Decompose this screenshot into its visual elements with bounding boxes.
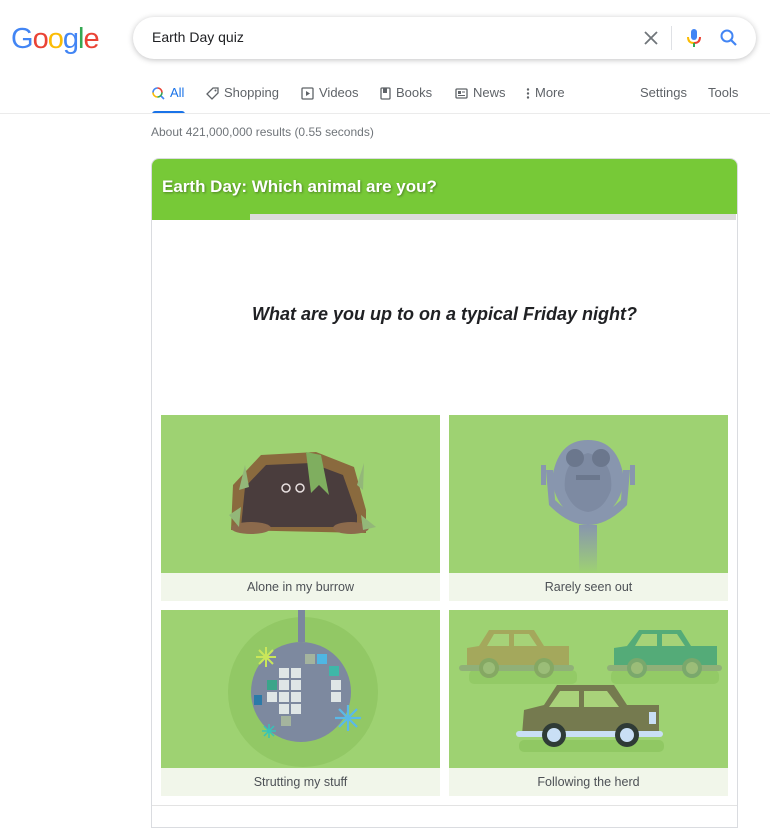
quiz-progress-bar <box>152 214 736 220</box>
answer-option[interactable]: Following the herd <box>449 610 728 796</box>
tab-label: Shopping <box>224 85 279 100</box>
quiz-progress-fill <box>152 214 250 220</box>
play-icon <box>301 87 314 100</box>
settings-label: Settings <box>640 85 687 100</box>
quiz-header: Earth Day: Which animal are you? <box>152 159 737 214</box>
search-icon <box>152 87 165 100</box>
close-icon <box>644 31 658 45</box>
tools-link[interactable]: Tools <box>708 84 738 114</box>
burrow-illustration <box>161 415 440 573</box>
answer-label: Following the herd <box>537 775 640 789</box>
quiz-divider <box>152 805 737 806</box>
logo-letter: G <box>11 23 34 55</box>
clear-search-button[interactable] <box>641 28 661 48</box>
search-button[interactable] <box>719 28 739 48</box>
quiz-title: Earth Day: Which animal are you? <box>162 177 437 196</box>
tab-books[interactable]: Books <box>380 84 432 114</box>
cars-illustration <box>449 610 728 768</box>
tools-label: Tools <box>708 85 739 100</box>
tab-shopping[interactable]: Shopping <box>206 84 279 114</box>
search-icon <box>720 29 737 46</box>
tab-label: More <box>535 85 565 100</box>
quiz-card: Earth Day: Which animal are you? What ar… <box>151 158 738 828</box>
answer-label: Alone in my burrow <box>247 580 354 594</box>
quiz-question: What are you up to on a typical Friday n… <box>251 304 638 324</box>
header-divider <box>0 113 770 114</box>
logo-letter: o <box>32 23 49 55</box>
tab-label: All <box>170 85 185 100</box>
answer-option[interactable]: Strutting my stuff <box>161 610 440 796</box>
book-icon <box>380 87 391 100</box>
voice-search-button[interactable] <box>684 27 704 49</box>
tag-icon <box>206 87 219 100</box>
logo-letter: e <box>83 23 99 55</box>
answer-label: Strutting my stuff <box>253 775 348 789</box>
tab-videos[interactable]: Videos <box>301 84 359 114</box>
answer-label: Rarely seen out <box>544 580 633 594</box>
result-stats: About 421,000,000 results (0.55 seconds) <box>151 125 374 139</box>
binocular-viewer-illustration <box>449 415 728 573</box>
answer-option[interactable]: Rarely seen out <box>449 415 728 601</box>
search-divider <box>671 26 672 50</box>
logo-letter: g <box>62 23 79 55</box>
tab-all[interactable]: All <box>152 84 185 114</box>
tab-label: Books <box>396 85 433 100</box>
tab-label: Videos <box>319 85 359 100</box>
answer-option[interactable]: Alone in my burrow <box>161 415 440 601</box>
more-vert-icon <box>526 88 530 99</box>
google-logo[interactable]: Google <box>11 23 100 56</box>
settings-link[interactable]: Settings <box>640 84 687 114</box>
search-box <box>133 17 756 59</box>
tab-label: News <box>473 85 506 100</box>
logo-letter: o <box>47 23 64 55</box>
microphone-icon <box>687 29 701 47</box>
tab-news[interactable]: News <box>455 84 506 114</box>
newspaper-icon <box>455 88 468 99</box>
disco-ball-illustration <box>161 610 440 768</box>
search-input[interactable] <box>152 29 622 45</box>
search-tabs: All Shopping Videos Books News More Sett… <box>150 84 770 114</box>
tab-more[interactable]: More <box>526 84 565 114</box>
